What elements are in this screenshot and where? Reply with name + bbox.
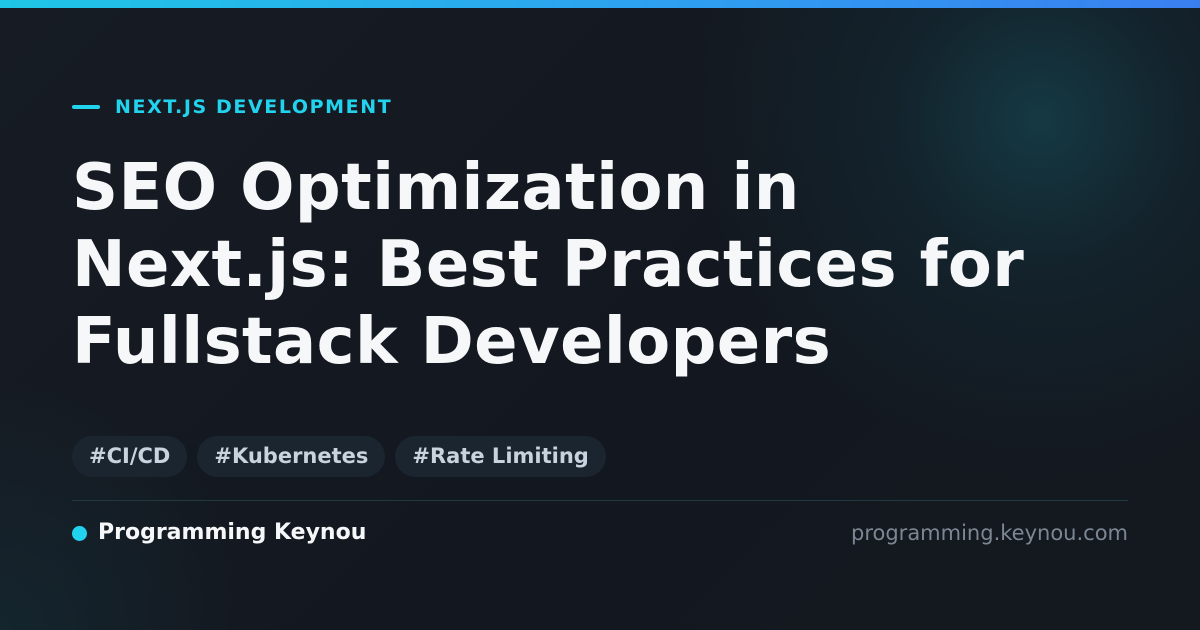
title-line: SEO Optimization in [72, 151, 800, 225]
footer-divider [72, 500, 1128, 501]
article-title: SEO Optimization in Next.js: Best Practi… [72, 150, 1152, 381]
title-line: Next.js: Best Practices for [72, 228, 1025, 302]
title-line: Fullstack Developers [72, 305, 832, 379]
brand-dot-icon [72, 525, 87, 541]
tag-chip: #Rate Limiting [395, 436, 606, 477]
category-eyebrow: NEXT.JS DEVELOPMENT [72, 95, 392, 119]
top-accent-bar [0, 0, 1200, 8]
eyebrow-dash [72, 105, 100, 109]
tag-chip: #Kubernetes [197, 436, 386, 477]
category-label: NEXT.JS DEVELOPMENT [115, 96, 393, 118]
site-url: programming.keynou.com [851, 521, 1128, 545]
brand-name: Programming Keynou [98, 520, 367, 545]
tag-list: #CI/CD #Kubernetes #Rate Limiting [72, 436, 616, 477]
og-card: NEXT.JS DEVELOPMENT SEO Optimization in … [0, 0, 1200, 630]
brand: Programming Keynou [72, 519, 366, 547]
tag-chip: #CI/CD [72, 436, 188, 477]
